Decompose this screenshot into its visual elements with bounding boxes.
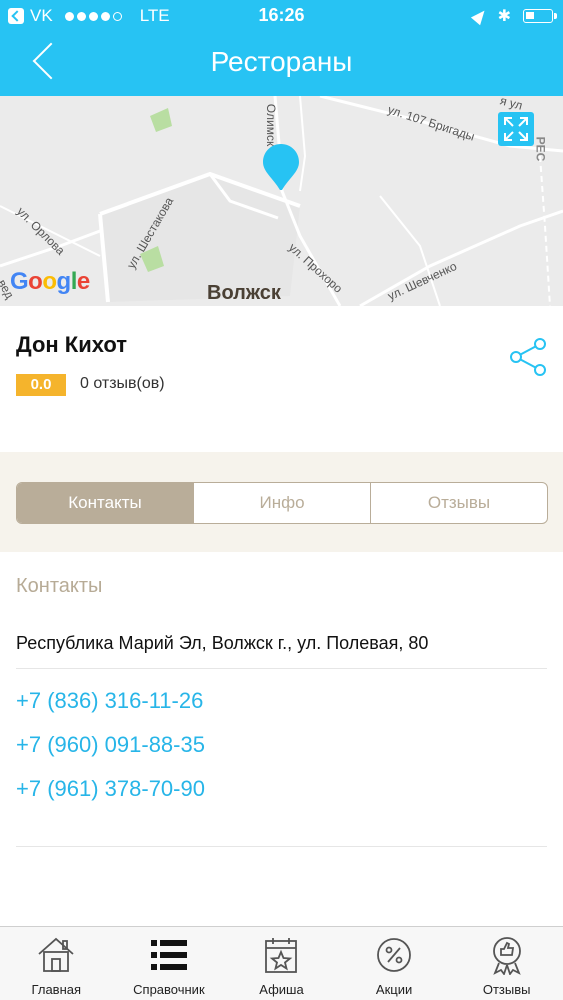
tabbar-label: Справочник	[133, 982, 205, 997]
tabbar-item-reviews[interactable]: Отзывы	[450, 927, 563, 1000]
tabbar-label: Отзывы	[482, 982, 531, 997]
status-bar: VK LTE 16:26 ✱	[0, 0, 563, 32]
contacts-section-title: Контакты	[16, 575, 103, 597]
share-button[interactable]	[508, 336, 550, 378]
list-icon	[150, 940, 187, 970]
home-icon	[38, 937, 74, 972]
address-text: Республика Марий Эл, Волжск г., ул. Поле…	[16, 633, 429, 653]
map-street-label: РЕС	[533, 136, 548, 162]
place-name: Дон Кихот	[16, 332, 128, 357]
battery-icon	[523, 9, 557, 23]
tab-info[interactable]: Инфо	[193, 483, 370, 523]
google-logo: Google	[10, 268, 90, 295]
calendar-star-icon	[265, 938, 298, 973]
page-title: Рестораны	[210, 46, 353, 77]
map-pin-icon[interactable]	[261, 142, 301, 194]
tabbar-label: Акции	[375, 982, 413, 997]
tabbar-label: Главная	[31, 982, 82, 997]
thumbs-up-badge-icon	[492, 937, 521, 975]
tabbar-item-directory[interactable]: Справочник	[113, 927, 226, 1000]
tab-contacts[interactable]: Контакты	[17, 483, 193, 523]
reviews-count[interactable]: 0 отзыв(ов)	[80, 375, 165, 393]
share-icon	[510, 338, 546, 376]
bottom-tab-bar: Главная Справочник Афиша Акции Отзывы	[0, 926, 563, 1000]
tabbar-item-events[interactable]: Афиша	[225, 927, 338, 1000]
map-city-label: Волжск	[207, 282, 281, 304]
top-bar: VK LTE 16:26 ✱ Рестораны	[0, 0, 563, 96]
phone-link[interactable]: +7 (960) 091-88-35	[16, 732, 205, 758]
phone-link[interactable]: +7 (961) 378-70-90	[16, 776, 205, 802]
tabbar-item-deals[interactable]: Акции	[338, 927, 451, 1000]
tabbar-item-home[interactable]: Главная	[0, 927, 113, 1000]
rating-badge: 0.0	[16, 374, 66, 396]
divider	[16, 668, 547, 669]
segmented-tabs: Контакты Инфо Отзывы	[16, 482, 548, 524]
phone-link[interactable]: +7 (836) 316-11-26	[16, 688, 203, 714]
tabbar-label: Афиша	[259, 982, 304, 997]
bluetooth-icon: ✱	[497, 8, 511, 25]
location-icon	[470, 6, 489, 26]
divider	[16, 846, 547, 847]
tab-reviews[interactable]: Отзывы	[370, 483, 547, 523]
discount-icon	[377, 938, 411, 972]
map-expand-button[interactable]	[498, 112, 534, 146]
map-street-label: Олимск	[264, 103, 279, 147]
expand-icon	[504, 117, 528, 141]
